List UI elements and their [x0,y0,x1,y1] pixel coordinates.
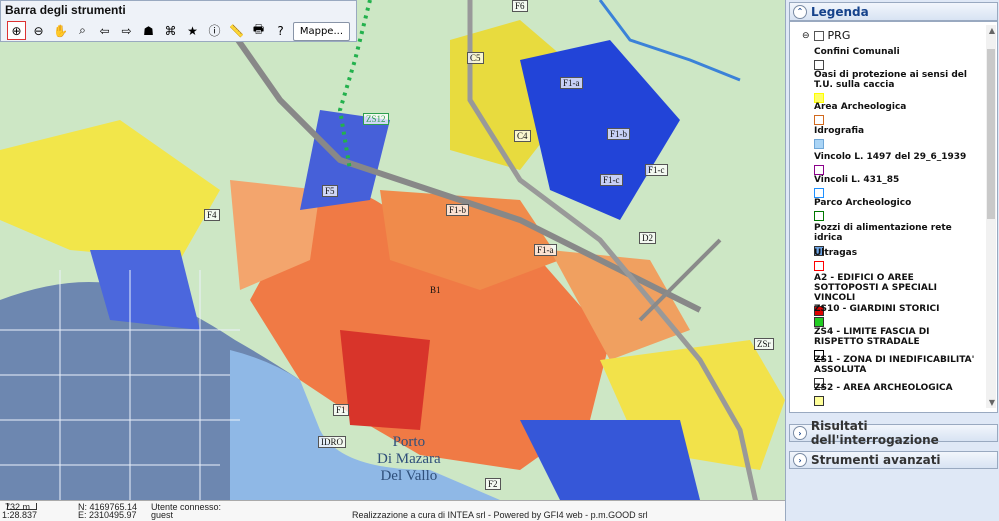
legend-item-label: ZS4 - LIMITE FASCIA DI RISPETTO STRADALE [814,327,930,347]
legend-item: Idrografia [814,126,980,149]
status-bar: 732 m 1:28.837 N: 4169765.14 E: 2310495.… [0,500,785,521]
pan-icon[interactable]: ✋ [51,21,70,40]
results-panel-title: Risultati dell'interrogazione [810,419,939,447]
legend-item: Vincoli L. 431_85 [814,175,980,198]
legend-panel: ⊖ PRG Confini Comunali Oasi di protezione… [789,21,998,413]
map-label-b1: B1 [430,285,441,295]
scroll-up-icon[interactable]: ▲ [989,26,995,35]
legend-item-label: A2 - EDIFICI O AREE SOTTOPOSTI A SPECIAL… [814,273,937,303]
legend-item-label: Parco Archeologico [814,198,912,208]
legend-item: Ultragas [814,248,980,271]
legend-item: Vincolo L. 1497 del 29_6_1939 [814,152,980,175]
binoculars-icon[interactable]: ⌘ [161,21,180,40]
map-label-f2: F2 [485,478,501,490]
legend-item: ZS10 - GIARDINI STORICI [814,304,980,327]
advanced-tools-title: Strumenti avanzati [811,453,941,467]
legend-item-label: Vincoli L. 431_85 [814,175,900,185]
water-label-line2: Di Mazara [377,451,441,467]
toolbar-tools: ⊕ ⊖ ✋ ⌕ ⇦ ⇨ ☗ ⌘ ★ ⓘ 📏 🖶 ? [7,21,290,41]
results-panel-header[interactable]: › Risultati dell'interrogazione [789,419,998,447]
legend-group-prg[interactable]: ⊖ PRG [802,29,850,42]
legend-title: Legenda [811,4,869,19]
legend-swatch [814,60,824,70]
legend-swatch [814,261,824,271]
measure-icon[interactable]: 📏 [227,21,246,40]
forward-icon[interactable]: ⇨ [117,21,136,40]
toolbar-title: Barra degli strumenti [5,3,126,17]
layer-checkbox[interactable] [813,30,824,41]
scroll-thumb[interactable] [987,49,995,219]
legend-item-label: ZS2 - AREA ARCHEOLOGICA [814,383,953,393]
legend-item-label: Vincolo L. 1497 del 29_6_1939 [814,152,967,162]
legend-item: Oasi di protezione ai sensi del T.U. sul… [814,70,980,103]
legend-swatch [814,165,824,175]
map-label-f1: F1 [333,404,349,416]
legend-item-label: Oasi di protezione ai sensi del T.U. sul… [814,70,967,90]
map-label-d2: D2 [639,232,656,244]
zoom-out-icon[interactable]: ⊖ [29,21,48,40]
toolbar-window[interactable]: Barra degli strumenti ⊕ ⊖ ✋ ⌕ ⇦ ⇨ ☗ ⌘ ★ … [0,0,357,42]
credit-line[interactable]: Realizzazione a cura di INTEA srl - Powe… [352,510,648,520]
legend-swatch [814,317,824,327]
legend-item: Confini Comunali [814,47,980,70]
legend-swatch [814,188,824,198]
map-label-zsr: ZSr [754,338,774,350]
back-icon[interactable]: ⇦ [95,21,114,40]
legend-item-label: Confini Comunali [814,47,900,57]
legend-swatch [814,396,824,406]
zoom-in-icon[interactable]: ⊕ [7,21,26,40]
layers-icon[interactable]: ☗ [139,21,158,40]
legend-item: Parco Archeologico [814,198,980,221]
map-label-f1b-east: F1-b [607,128,631,140]
water-label-line1: Porto [392,434,426,450]
scale-ratio: 1:28.837 [2,510,38,520]
legend-scrollbar[interactable]: ▲ ▼ [986,25,996,408]
expand-icon[interactable]: › [793,453,807,467]
collapse-icon[interactable]: ⌃ [793,4,807,19]
advanced-tools-header[interactable]: › Strumenti avanzati [789,451,998,469]
connected-user-value: guest [151,510,174,520]
map-label-f6: F6 [512,0,528,12]
map-label-c4: C4 [514,130,531,142]
expand-icon[interactable]: ⊖ [802,31,810,41]
legend-swatch [814,139,824,149]
maps-button[interactable]: Mappe... [292,22,350,41]
legend-item-label: Area Archeologica [814,102,907,112]
right-sidebar: ⌃ Legenda ⊖ PRG Confini Comunali Oasi di … [785,0,999,521]
help-icon[interactable]: ? [271,21,290,40]
map-label-idro: IDRO [318,436,346,448]
legend-group-label: PRG [827,29,851,42]
legend-swatch [814,115,824,125]
map-view[interactable]: C5 F1-a F6 ZS12 C4 F1-c F1-c F1-b F4 F5 … [0,0,785,521]
legend-item-label: ZS10 - GIARDINI STORICI [814,304,940,314]
map-water-label: Porto Di Mazara Del Vallo [377,434,441,485]
legend-item-label: ZS1 - ZONA DI INEDIFICABILITA' ASSOLUTA [814,355,975,375]
scroll-down-icon[interactable]: ▼ [989,398,995,407]
water-label-line3: Del Vallo [380,468,438,484]
map-label-c5: C5 [467,52,484,64]
info-icon[interactable]: ⓘ [205,21,224,40]
legend-item: ZS2 - AREA ARCHEOLOGICA [814,383,980,406]
expand-icon[interactable]: › [793,426,807,440]
map-label-f1a-south: F1-a [534,244,557,256]
map-label-f1b-center: F1-b [446,204,470,216]
map-label-zs12: ZS12 [363,113,389,125]
map-label-f4: F4 [204,209,220,221]
legend-swatch [814,211,824,221]
print-icon[interactable]: 🖶 [249,21,268,40]
star-icon[interactable]: ★ [183,21,202,40]
map-label-f5: F5 [322,185,338,197]
legend-item: Area Archeologica [814,102,980,125]
legend-header[interactable]: ⌃ Legenda [789,2,998,21]
east-coordinate: E: 2310495.97 [78,510,137,520]
map-label-f1c-east: F1-c [645,164,668,176]
legend-item-label: Pozzi di alimentazione rete idrica [814,223,952,243]
legend-item-label: Idrografia [814,126,865,136]
map-label-f1a-north: F1-a [560,77,583,89]
map-label-f1c-west: F1-c [600,174,623,186]
legend-item-label: Ultragas [814,248,858,258]
search-icon[interactable]: ⌕ [73,21,92,40]
